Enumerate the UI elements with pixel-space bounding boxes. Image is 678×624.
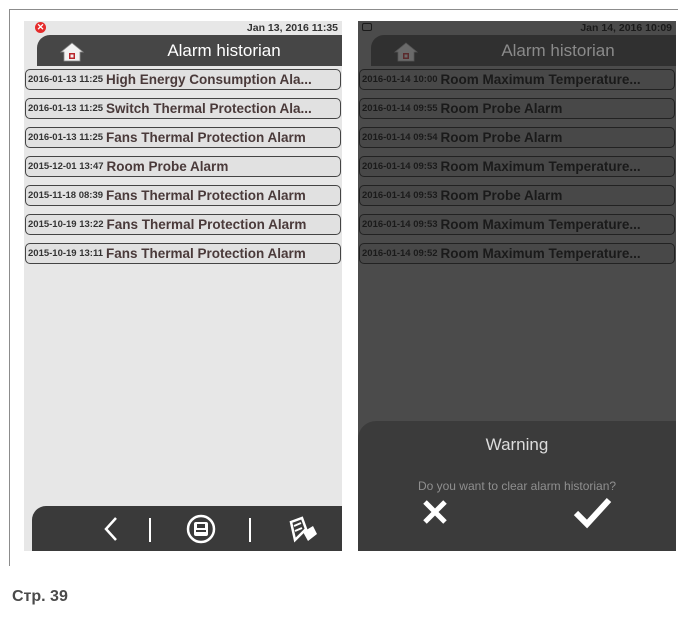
alarm-row[interactable]: 2015-10-19 13:11 Fans Thermal Protection … (25, 243, 341, 264)
alarm-message: Room Probe Alarm (440, 188, 563, 203)
status-bar: ✕ Jan 13, 2016 11:35 (24, 21, 342, 35)
save-icon[interactable] (184, 514, 218, 544)
alarm-message: Fans Thermal Protection Alarm (106, 130, 306, 145)
alarm-time: 2016-01-14 10:00 (362, 74, 438, 85)
alarm-list: 2016-01-13 11:25 High Energy Consumption … (25, 69, 341, 272)
clear-history-dialog: Warning Do you want to clear alarm histo… (358, 421, 676, 551)
alarm-row[interactable]: 2016-01-14 09:53 Room Maximum Temperature… (359, 214, 675, 235)
alarm-row[interactable]: 2016-01-13 11:25 Switch Thermal Protectio… (25, 98, 341, 119)
alarm-row[interactable]: 2016-01-14 09:55 Room Probe Alarm (359, 98, 675, 119)
alarm-row[interactable]: 2015-12-01 13:47 Room Probe Alarm (25, 156, 341, 177)
alarm-message: Fans Thermal Protection Alarm (106, 188, 306, 203)
alarm-time: 2015-10-19 13:11 (28, 248, 104, 259)
alarm-list: 2016-01-14 10:00 Room Maximum Temperature… (359, 69, 675, 272)
alarm-time: 2015-10-19 13:22 (28, 219, 104, 230)
alarm-time: 2016-01-13 11:25 (28, 132, 104, 143)
status-datetime: Jan 14, 2016 10:09 (580, 22, 672, 34)
home-icon[interactable] (60, 42, 84, 62)
page-number: Стр. 39 (12, 588, 68, 605)
alarm-message: Room Maximum Temperature... (440, 159, 641, 174)
alarm-message: Room Maximum Temperature... (440, 217, 641, 232)
alarm-time: 2016-01-14 09:54 (362, 132, 438, 143)
alarm-message: Fans Thermal Protection Alarm (106, 217, 307, 232)
alarm-row[interactable]: 2016-01-13 11:25 Fans Thermal Protection … (25, 127, 341, 148)
home-icon[interactable] (394, 42, 418, 62)
page-title: Alarm historian (167, 41, 281, 60)
alarm-time: 2016-01-14 09:55 (362, 103, 438, 114)
alarm-time: 2016-01-14 09:53 (362, 161, 438, 172)
alarm-message: High Energy Consumption Ala... (106, 72, 312, 87)
alarm-row[interactable]: 2016-01-14 10:00 Room Maximum Temperature… (359, 69, 675, 90)
alarm-time: 2015-11-18 08:39 (28, 190, 104, 201)
header: Alarm historian (358, 35, 676, 66)
page-title: Alarm historian (501, 41, 615, 60)
toolbar-divider (149, 518, 151, 542)
alarm-row[interactable]: 2016-01-14 09:53 Room Maximum Temperature… (359, 156, 675, 177)
header: Alarm historian (24, 35, 342, 66)
alarm-row[interactable]: 2016-01-14 09:53 Room Probe Alarm (359, 185, 675, 206)
status-bar: Jan 14, 2016 10:09 (358, 21, 676, 35)
alarm-message: Room Probe Alarm (440, 101, 563, 116)
bottom-toolbar (24, 506, 342, 551)
dialog-question: Do you want to clear alarm historian? (417, 479, 617, 493)
close-icon[interactable] (420, 497, 450, 527)
toolbar-divider (249, 518, 251, 542)
left-device-screen: ✕ Jan 13, 2016 11:35 Alarm historian 201… (24, 21, 342, 551)
alarm-time: 2016-01-13 11:25 (28, 74, 104, 85)
alarm-row[interactable]: 2016-01-14 09:54 Room Probe Alarm (359, 127, 675, 148)
dialog-title: Warning (485, 435, 549, 454)
alarm-message: Fans Thermal Protection Alarm (106, 246, 306, 261)
alarm-message: Room Maximum Temperature... (440, 72, 641, 87)
alarm-time: 2016-01-13 11:25 (28, 103, 104, 114)
chevron-left-icon[interactable] (94, 514, 128, 544)
alarm-time: 2015-12-01 13:47 (28, 161, 104, 172)
alarm-row[interactable]: 2015-11-18 08:39 Fans Thermal Protection … (25, 185, 341, 206)
eraser-icon[interactable] (286, 514, 320, 544)
checkmark-icon[interactable] (572, 495, 612, 529)
alarm-row[interactable]: 2016-01-13 11:25 High Energy Consumption … (25, 69, 341, 90)
alarm-row[interactable]: 2016-01-14 09:52 Room Maximum Temperature… (359, 243, 675, 264)
alarm-time: 2016-01-14 09:53 (362, 219, 438, 230)
alarm-message: Room Probe Alarm (440, 130, 563, 145)
sd-card-icon (362, 23, 372, 31)
alarm-time: 2016-01-14 09:53 (362, 190, 438, 201)
right-device-screen: Jan 14, 2016 10:09 Alarm historian 2016-… (358, 21, 676, 551)
alarm-message: Switch Thermal Protection Ala... (106, 101, 312, 116)
error-icon[interactable]: ✕ (35, 22, 46, 33)
alarm-message: Room Maximum Temperature... (440, 246, 641, 261)
alarm-time: 2016-01-14 09:52 (362, 248, 438, 259)
alarm-message: Room Probe Alarm (106, 159, 229, 174)
alarm-row[interactable]: 2015-10-19 13:22 Fans Thermal Protection … (25, 214, 341, 235)
status-datetime: Jan 13, 2016 11:35 (246, 22, 338, 34)
